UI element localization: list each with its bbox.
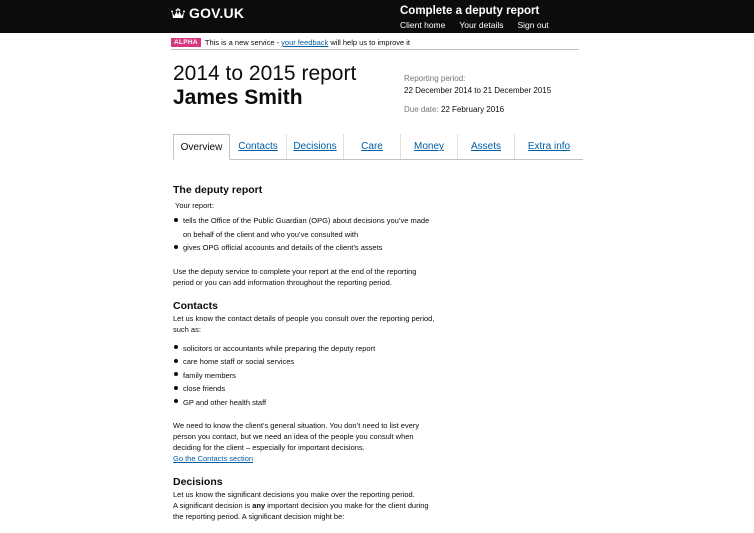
tab-contacts[interactable]: Contacts	[230, 134, 287, 159]
list-item: family members	[173, 369, 438, 383]
phase-banner: ALPHA This is a new service - your feedb…	[171, 36, 579, 50]
feedback-link[interactable]: your feedback	[281, 38, 328, 47]
due-date-value: 22 February 2016	[440, 105, 505, 114]
phase-text-after: will help us to improve it	[330, 38, 411, 47]
deputy-report-intro: Your report:	[175, 201, 214, 210]
nav-your-details[interactable]: Your details	[459, 20, 503, 30]
tab-assets[interactable]: Assets	[458, 134, 515, 159]
service-name[interactable]: Complete a deputy report	[400, 5, 539, 17]
nav-client-home[interactable]: Client home	[400, 20, 445, 30]
deputy-report-paragraph: Use the deputy service to complete your …	[173, 266, 417, 287]
decisions-line2: A significant decision is any important …	[173, 500, 438, 522]
nav-sign-out[interactable]: Sign out	[517, 20, 548, 30]
header-nav: Client home Your details Sign out	[400, 20, 549, 30]
contacts-paragraph: We need to know the client’s general sit…	[173, 421, 420, 453]
reporting-period-label: Reporting period:	[404, 74, 466, 83]
client-name: James Smith	[173, 86, 303, 109]
tab-extra-info[interactable]: Extra info	[515, 134, 583, 159]
report-title: 2014 to 2015 report	[173, 62, 357, 85]
list-item: care home staff or social services	[173, 355, 438, 369]
deputy-report-heading: The deputy report	[173, 184, 263, 196]
list-item: GP and other health staff	[173, 396, 438, 410]
contacts-section-link[interactable]: Go the Contacts section	[173, 454, 253, 463]
decisions-line1: Let us know the significant decisions yo…	[173, 490, 415, 500]
due-date-label: Due date:	[404, 105, 439, 114]
list-item: gives OPG official accounts and details …	[173, 241, 438, 255]
phase-text-before: This is a new service -	[204, 38, 280, 47]
tab-overview[interactable]: Overview	[173, 134, 230, 160]
list-item: solicitors or accountants while preparin…	[173, 342, 438, 356]
govuk-logo-link[interactable]: GOV.UK	[171, 5, 244, 21]
contacts-heading: Contacts	[173, 299, 218, 312]
report-tabs: Overview Contacts Decisions Care Money A…	[173, 134, 583, 160]
alpha-tag: ALPHA	[171, 38, 201, 47]
decisions-text-before: A significant decision is	[173, 501, 251, 511]
overview-content: The deputy report Your report: tells the…	[173, 183, 438, 522]
site-header: GOV.UK Complete a deputy report Client h…	[0, 0, 754, 33]
tab-care[interactable]: Care	[344, 134, 401, 159]
contacts-intro: Let us know the contact details of peopl…	[173, 313, 435, 334]
list-item: close friends	[173, 382, 438, 396]
deputy-report-list: tells the Office of the Public Guardian …	[173, 214, 438, 255]
contacts-list: solicitors or accountants while preparin…	[173, 342, 438, 410]
crown-icon	[171, 7, 185, 19]
due-date: Due date: 22 February 2016	[404, 105, 504, 114]
tab-decisions[interactable]: Decisions	[287, 134, 344, 159]
decisions-heading: Decisions	[173, 476, 223, 489]
list-item: tells the Office of the Public Guardian …	[173, 214, 438, 241]
tab-money[interactable]: Money	[401, 134, 458, 159]
reporting-period-value: 22 December 2014 to 21 December 2015	[404, 86, 552, 95]
decisions-emphasis: any	[252, 501, 266, 511]
brand-text: GOV.UK	[189, 5, 245, 21]
